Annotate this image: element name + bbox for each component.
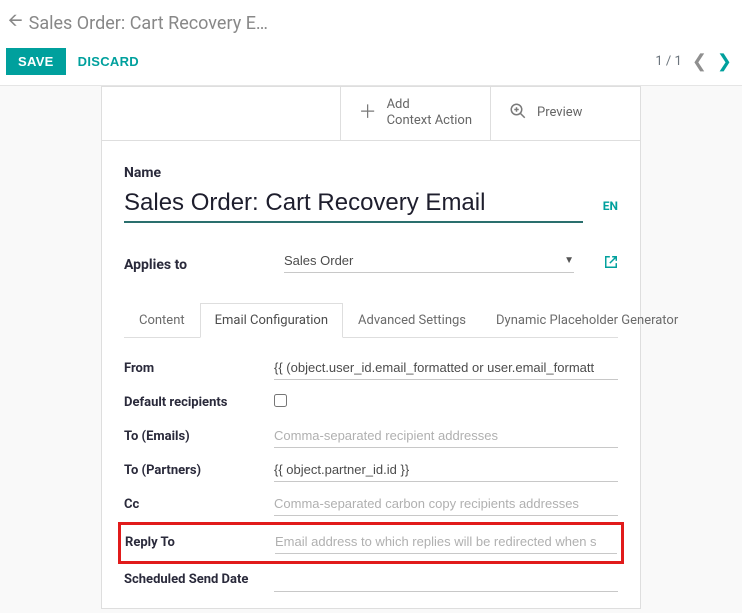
reply-to-input[interactable] [275,534,617,549]
plus-icon: ＋ [359,104,377,122]
breadcrumb-title: Sales Order: Cart Recovery E… [29,13,268,34]
discard-button[interactable]: DISCARD [66,48,151,75]
applies-to-input[interactable] [284,253,560,268]
preview-label: Preview [537,105,582,121]
zoom-icon [509,102,527,124]
from-input[interactable] [274,360,618,375]
to-partners-label: To (Partners) [124,463,274,478]
external-link-icon[interactable] [604,255,618,273]
back-arrow-icon[interactable]: 🡨 [8,8,23,38]
pager-text: 1 / 1 [655,54,681,69]
add-context-action-button[interactable]: ＋ Add Context Action [340,87,490,140]
tab-bar: Content Email Configuration Advanced Set… [124,303,618,338]
preview-button[interactable]: Preview [490,87,640,140]
to-emails-label: To (Emails) [124,429,274,444]
tab-dynamic-placeholder[interactable]: Dynamic Placeholder Generator [481,303,693,338]
save-button[interactable]: SAVE [6,48,66,75]
scheduled-send-date-input[interactable] [274,572,618,587]
tab-advanced-settings[interactable]: Advanced Settings [343,303,481,338]
to-partners-input[interactable] [274,462,618,477]
add-context-line2: Context Action [387,113,472,128]
add-context-line1: Add [387,97,410,112]
name-label: Name [124,165,618,181]
chevron-right-icon[interactable]: ❯ [717,51,732,72]
tab-content[interactable]: Content [124,303,200,338]
applies-to-label: Applies to [124,257,264,273]
tab-email-configuration[interactable]: Email Configuration [200,303,343,338]
scheduled-send-date-label: Scheduled Send Date [124,572,274,589]
cc-label: Cc [124,497,274,512]
default-recipients-checkbox[interactable] [274,394,287,407]
reply-to-label: Reply To [125,535,275,550]
to-emails-input[interactable] [274,428,618,443]
default-recipients-label: Default recipients [124,395,274,410]
from-label: From [124,361,274,376]
highlighted-reply-to-row: Reply To [118,522,624,564]
form-sheet: ＋ Add Context Action Preview Name [101,86,641,609]
dropdown-caret-icon[interactable]: ▼ [564,255,574,266]
applies-to-field[interactable]: ▼ [284,251,574,273]
chevron-left-icon[interactable]: ❮ [692,51,707,72]
name-input[interactable] [124,187,583,223]
language-tag[interactable]: EN [603,199,618,223]
cc-input[interactable] [274,496,618,511]
